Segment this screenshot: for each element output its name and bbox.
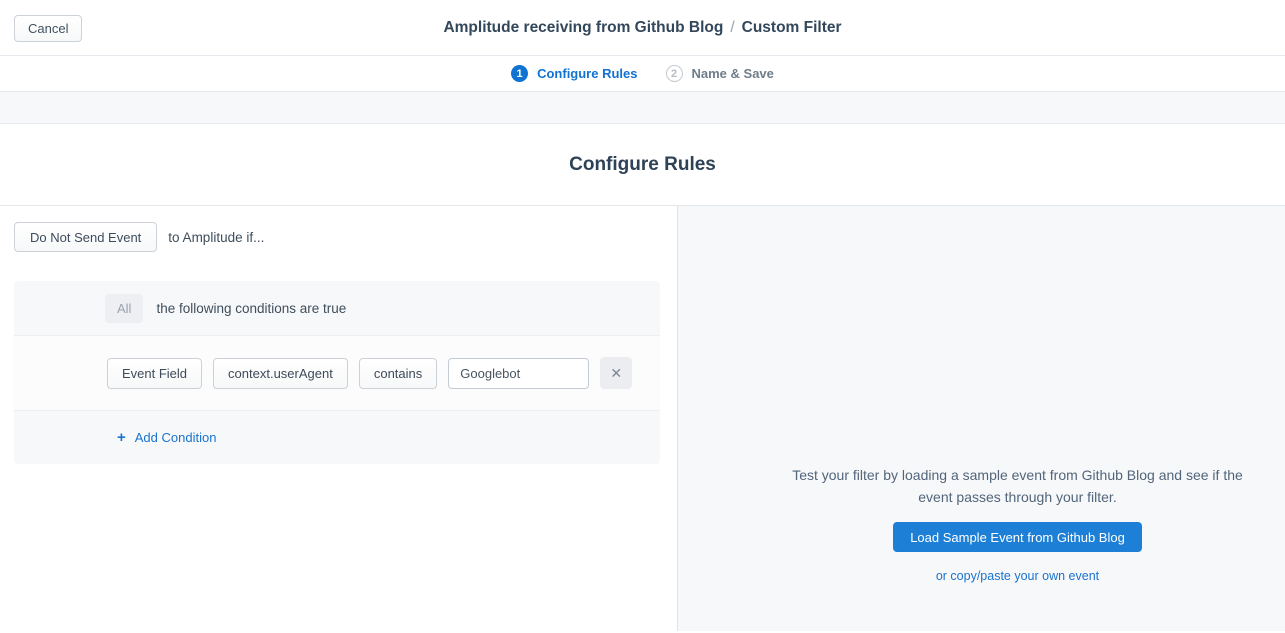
step-configure-rules[interactable]: 1 Configure Rules — [511, 65, 637, 82]
step-1-label: Configure Rules — [537, 66, 637, 81]
page-title: Configure Rules — [569, 154, 716, 176]
condition-group-footer: + Add Condition — [14, 411, 660, 464]
top-bar: Cancel Amplitude receiving from Github B… — [0, 0, 1285, 56]
rule-builder-panel: Do Not Send Event to Amplitude if... All… — [0, 206, 678, 631]
condition-group-header: All the following conditions are true — [14, 281, 660, 336]
wizard-steps-bar: 1 Configure Rules 2 Name & Save — [0, 56, 1285, 92]
test-filter-description: Test your filter by loading a sample eve… — [750, 464, 1285, 508]
add-condition-label: Add Condition — [135, 430, 217, 445]
condition-row: Event Field context.userAgent contains ✕ — [14, 336, 660, 411]
heading-row: Configure Rules — [0, 124, 1285, 206]
cancel-button[interactable]: Cancel — [14, 15, 82, 42]
group-operator-selector[interactable]: All — [105, 294, 143, 323]
test-filter-panel: Test your filter by loading a sample eve… — [678, 206, 1285, 631]
main-content: Do Not Send Event to Amplitude if... All… — [0, 206, 1285, 631]
step-name-and-save[interactable]: 2 Name & Save — [666, 65, 774, 82]
step-2-badge: 2 — [666, 65, 683, 82]
condition-field-selector[interactable]: context.userAgent — [213, 358, 348, 389]
condition-value-input[interactable] — [448, 358, 589, 389]
test-filter-description-line-2: event passes through your filter. — [918, 489, 1116, 505]
condition-group: All the following conditions are true Ev… — [14, 281, 660, 464]
filter-action-row: Do Not Send Event to Amplitude if... — [14, 222, 663, 252]
group-operator-suffix: the following conditions are true — [156, 301, 346, 316]
filter-action-selector[interactable]: Do Not Send Event — [14, 222, 157, 252]
breadcrumb: Amplitude receiving from Github Blog / Cus… — [443, 19, 841, 37]
step-2-label: Name & Save — [692, 66, 774, 81]
breadcrumb-separator: / — [730, 19, 734, 36]
remove-condition-button[interactable]: ✕ — [600, 357, 632, 389]
filter-action-suffix: to Amplitude if... — [168, 230, 264, 245]
plus-icon: + — [117, 429, 126, 446]
load-sample-event-button[interactable]: Load Sample Event from Github Blog — [893, 522, 1142, 552]
test-filter-description-line-1: Test your filter by loading a sample eve… — [792, 467, 1243, 483]
paste-own-event-link[interactable]: or copy/paste your own event — [750, 569, 1285, 583]
add-condition-link[interactable]: + Add Condition — [117, 429, 216, 446]
condition-type-selector[interactable]: Event Field — [107, 358, 202, 389]
breadcrumb-connection-name: Amplitude receiving from Github Blog — [443, 19, 723, 36]
condition-operator-selector[interactable]: contains — [359, 358, 437, 389]
breadcrumb-page-name: Custom Filter — [742, 19, 842, 36]
close-icon: ✕ — [610, 365, 622, 381]
step-1-badge: 1 — [511, 65, 528, 82]
section-divider-strip — [0, 92, 1285, 124]
